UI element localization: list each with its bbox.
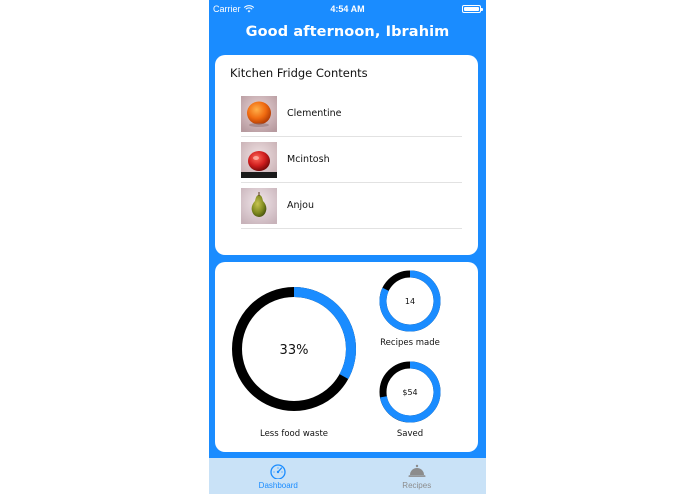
fridge-card-title: Kitchen Fridge Contents: [230, 66, 368, 80]
fridge-item-clementine[interactable]: Clementine: [241, 91, 462, 137]
recipes-made-stat: 14 Recipes made: [377, 268, 443, 356]
fridge-item-name: Anjou: [287, 200, 314, 211]
clementine-photo: [241, 95, 277, 132]
fridge-item-name: Clementine: [287, 108, 342, 119]
stats-card: 33% Less food waste 14 Recipes made $54: [215, 262, 478, 452]
tab-recipes[interactable]: Recipes: [348, 458, 487, 494]
food-waste-value: 33%: [280, 343, 309, 358]
mcintosh-apple-photo: [241, 141, 277, 178]
saved-stat: $54 Saved: [377, 359, 443, 447]
recipes-made-ring: 14: [379, 270, 441, 332]
recipes-made-label: Recipes made: [380, 338, 440, 348]
tab-dashboard[interactable]: Dashboard: [209, 458, 348, 494]
cloche-icon: [408, 464, 426, 477]
saved-value: $54: [402, 388, 417, 397]
food-waste-label: Less food waste: [259, 429, 329, 439]
fridge-item-anjou[interactable]: Anjou: [241, 183, 462, 229]
screen-background: Carrier 4:54 AM Good afternoon, Ibrahim …: [0, 0, 695, 494]
saved-ring: $54: [379, 361, 441, 423]
speedometer-icon: [270, 464, 286, 479]
food-waste-stat: 33% Less food waste: [229, 284, 359, 439]
fridge-list: Clementine Mcintosh Anjou: [241, 91, 462, 229]
fridge-item-name: Mcintosh: [287, 154, 330, 165]
tab-recipes-label: Recipes: [402, 481, 432, 490]
fridge-item-mcintosh[interactable]: Mcintosh: [241, 137, 462, 183]
tab-bar: Dashboard Recipes: [209, 458, 486, 494]
battery-icon: [462, 5, 483, 13]
food-waste-ring: 33%: [232, 287, 356, 411]
tab-dashboard-label: Dashboard: [258, 481, 298, 490]
greeting-title: Good afternoon, Ibrahim: [245, 24, 450, 40]
recipes-made-value: 14: [405, 297, 415, 306]
fridge-contents-card: Kitchen Fridge Contents Clementine Mcint…: [215, 55, 478, 255]
phone-screen: Carrier 4:54 AM Good afternoon, Ibrahim …: [209, 0, 486, 494]
status-time: 4:54 AM: [330, 4, 365, 14]
status-bar: Carrier 4:54 AM: [209, 0, 486, 18]
saved-label: Saved: [396, 429, 424, 439]
anjou-pear-photo: [241, 187, 277, 224]
